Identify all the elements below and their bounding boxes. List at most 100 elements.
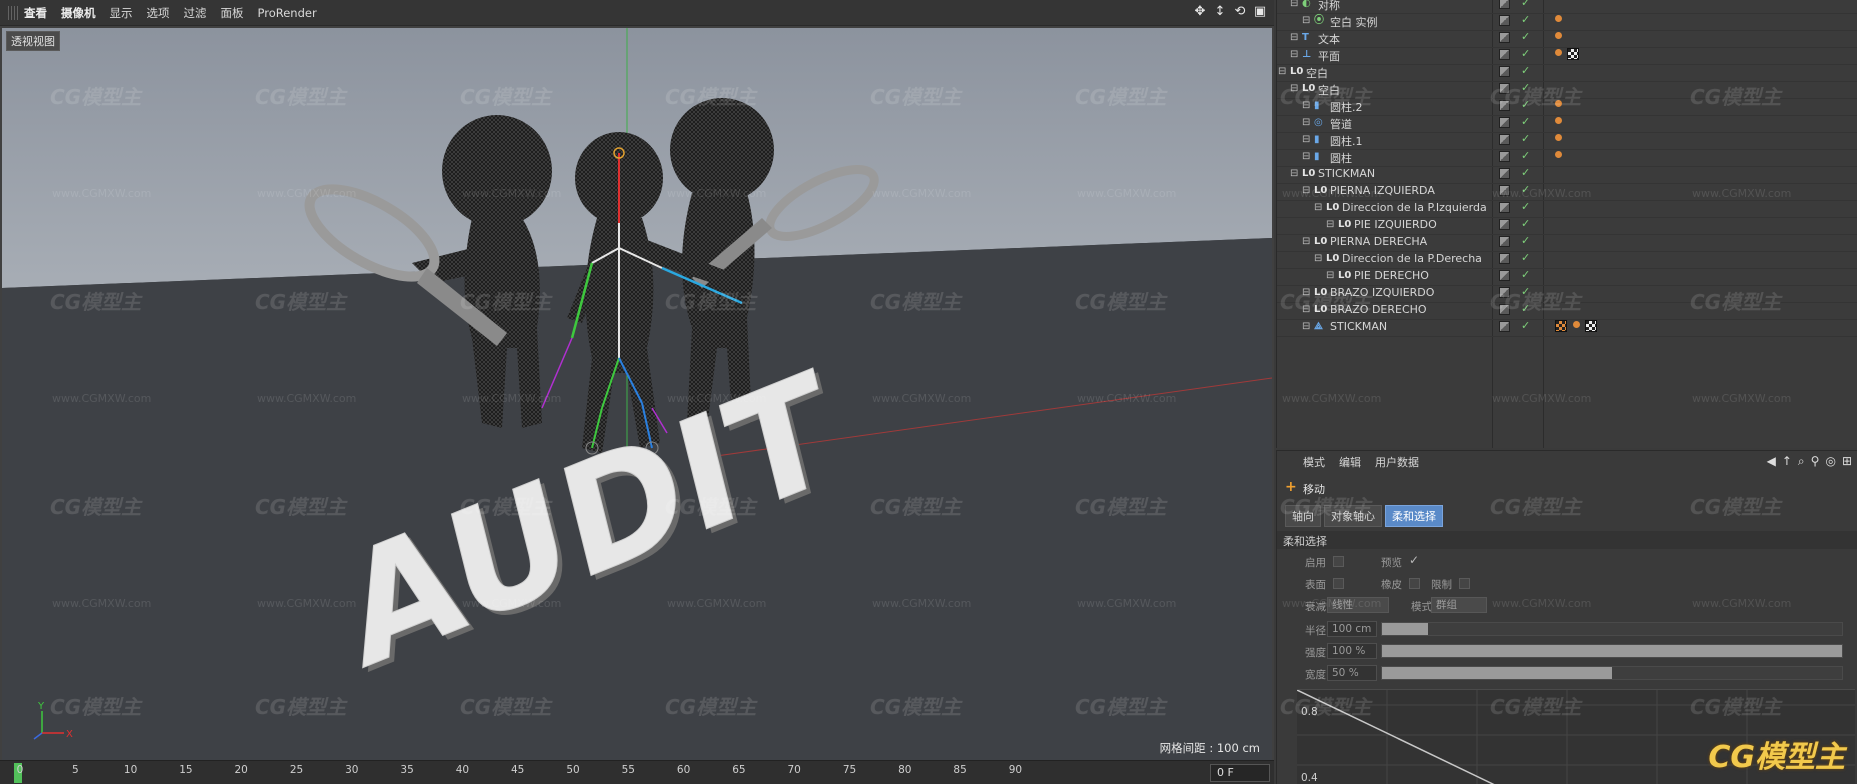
lock-icon[interactable]: ⚲ [1811,454,1820,469]
enabled-check-icon[interactable]: ✓ [1521,217,1530,230]
enabled-check-icon[interactable]: ✓ [1521,166,1530,179]
phong-tag-icon[interactable] [1555,100,1562,107]
expand-toggle-icon[interactable]: ⊟ [1290,167,1302,180]
enabled-check-icon[interactable]: ✓ [1521,183,1530,196]
object-name[interactable]: BRAZO IZQUIERDO [1330,286,1434,299]
phong-tag-icon[interactable] [1555,151,1562,158]
settings-icon[interactable]: ◎ [1825,454,1835,469]
layer-visibility-icon[interactable] [1499,202,1510,213]
enabled-check-icon[interactable]: ✓ [1521,268,1530,281]
new-panel-icon[interactable]: ⊞ [1842,454,1852,469]
strength-slider[interactable] [1381,644,1843,658]
panel-grip-icon[interactable] [8,5,18,20]
surface-checkbox[interactable] [1333,578,1344,589]
object-name[interactable]: PIERNA DERECHA [1330,235,1427,248]
layer-visibility-icon[interactable] [1499,117,1510,128]
enabled-check-icon[interactable]: ✓ [1521,234,1530,247]
expand-toggle-icon[interactable]: ⊟ [1302,303,1314,316]
restrict-checkbox[interactable] [1459,578,1470,589]
menu-panel[interactable]: 面板 [221,5,244,21]
enabled-check-icon[interactable]: ✓ [1521,319,1530,332]
expand-toggle-icon[interactable]: ⊟ [1302,150,1314,163]
phong-tag-icon[interactable] [1573,321,1580,328]
layer-visibility-icon[interactable] [1499,270,1510,281]
layer-visibility-icon[interactable] [1499,32,1510,43]
width-field[interactable]: 50 % [1327,665,1377,681]
enabled-check-icon[interactable]: ✓ [1521,302,1530,315]
rotate-view-icon[interactable]: ⟲ [1232,4,1248,20]
layer-visibility-icon[interactable] [1499,0,1510,9]
expand-toggle-icon[interactable]: ⊟ [1290,31,1302,44]
tab-soft-selection[interactable]: 柔和选择 [1385,505,1443,527]
radius-slider[interactable] [1381,622,1843,636]
menu-camera[interactable]: 摄像机 [61,5,96,21]
enabled-check-icon[interactable]: ✓ [1521,81,1530,94]
expand-toggle-icon[interactable]: ⊟ [1302,133,1314,146]
tab-object-axis[interactable]: 对象轴心 [1324,505,1382,527]
enabled-check-icon[interactable]: ✓ [1521,132,1530,145]
mode-select[interactable]: 群组 [1431,597,1487,613]
search-icon[interactable]: ⌕ [1798,454,1805,469]
layer-visibility-icon[interactable] [1499,134,1510,145]
layer-visibility-icon[interactable] [1499,219,1510,230]
timeline-ruler[interactable]: 0 5 10 15 20 25 30 35 40 45 50 55 60 65 70 75 80 85 90 0 F [0,760,1274,784]
menu-prorender[interactable]: ProRender [258,6,317,20]
object-name[interactable]: Direccion de la P.Izquierda [1342,201,1487,214]
enabled-check-icon[interactable]: ✓ [1521,251,1530,264]
enabled-check-icon[interactable]: ✓ [1521,200,1530,213]
menu-options[interactable]: 选项 [147,5,170,21]
expand-toggle-icon[interactable]: ⊟ [1302,14,1314,27]
layer-visibility-icon[interactable] [1499,83,1510,94]
phong-tag-icon[interactable] [1555,117,1562,124]
object-name[interactable]: PIERNA IZQUIERDA [1330,184,1435,197]
falloff-select[interactable]: 线性 [1327,597,1389,613]
expand-toggle-icon[interactable]: ⊟ [1290,0,1302,10]
expand-toggle-icon[interactable]: ⊟ [1302,99,1314,112]
enabled-check-icon[interactable]: ✓ [1521,149,1530,162]
enabled-check-icon[interactable]: ✓ [1521,13,1530,26]
layer-visibility-icon[interactable] [1499,185,1510,196]
maximize-view-icon[interactable]: ▣ [1252,4,1268,20]
layer-visibility-icon[interactable] [1499,168,1510,179]
current-frame-field[interactable]: 0 F [1210,764,1270,782]
zoom-view-icon[interactable]: ↕ [1212,4,1228,20]
enabled-check-icon[interactable]: ✓ [1521,30,1530,43]
expand-toggle-icon[interactable]: ⊟ [1290,82,1302,95]
phong-tag-icon[interactable] [1555,134,1562,141]
expand-toggle-icon[interactable]: ⊟ [1314,252,1326,265]
enabled-check-icon[interactable]: ✓ [1521,64,1530,77]
back-arrow-icon[interactable]: ◀ [1767,454,1776,469]
expand-toggle-icon[interactable]: ⊟ [1302,116,1314,129]
object-name[interactable]: BRAZO DERECHO [1330,303,1427,316]
radius-field[interactable]: 100 cm [1327,621,1377,637]
expand-toggle-icon[interactable]: ⊟ [1326,269,1338,282]
expand-toggle-icon[interactable]: ⊟ [1302,235,1314,248]
material-tag-icon[interactable] [1567,48,1579,60]
enabled-check-icon[interactable]: ✓ [1521,47,1530,60]
menu-mode[interactable]: 模式 [1303,454,1325,470]
enabled-check-icon[interactable]: ✓ [1521,285,1530,298]
expand-toggle-icon[interactable]: ⊟ [1302,320,1314,333]
expand-toggle-icon[interactable]: ⊟ [1290,48,1302,61]
layer-visibility-icon[interactable] [1499,49,1510,60]
weight-tag-icon[interactable] [1555,320,1567,332]
viewport-label[interactable]: 透视视图 [6,31,60,51]
object-row[interactable]: ⊟ ⟁ STICKMAN ✓ [1277,317,1857,337]
rubber-checkbox[interactable] [1409,578,1420,589]
enabled-check-icon[interactable]: ✓ [1521,115,1530,128]
expand-toggle-icon[interactable]: ⊟ [1302,184,1314,197]
preview-checkbox[interactable]: ✓ [1409,553,1419,567]
enable-checkbox[interactable] [1333,556,1344,567]
viewport-3d-scene[interactable]: AUDIT AUDIT Y X [2,28,1272,760]
layer-visibility-icon[interactable] [1499,15,1510,26]
menu-view[interactable]: 查看 [24,5,47,21]
layer-visibility-icon[interactable] [1499,151,1510,162]
move-view-icon[interactable]: ✥ [1192,4,1208,20]
phong-tag-icon[interactable] [1555,49,1562,56]
layer-visibility-icon[interactable] [1499,321,1510,332]
layer-visibility-icon[interactable] [1499,236,1510,247]
tab-axis[interactable]: 轴向 [1285,505,1321,527]
layer-visibility-icon[interactable] [1499,66,1510,77]
menu-edit[interactable]: 编辑 [1339,454,1361,470]
phong-tag-icon[interactable] [1555,15,1562,22]
